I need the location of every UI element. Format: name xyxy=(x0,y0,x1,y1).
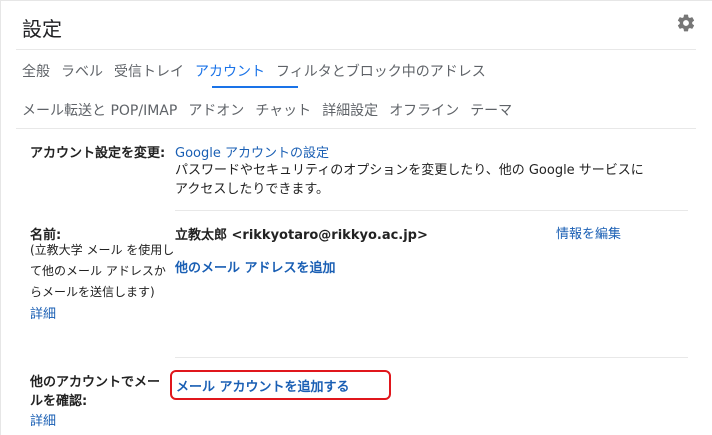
tab-forwarding-pop-imap[interactable]: メール転送と POP/IMAP xyxy=(22,100,177,120)
settings-tabs-row-1: 全般 ラベル 受信トレイ アカウント フィルタとブロック中のアドレス xyxy=(22,60,497,82)
frame-top-border xyxy=(0,0,712,1)
check-mail-details-link[interactable]: 詳細 xyxy=(30,410,56,429)
gear-icon[interactable] xyxy=(676,13,696,33)
section-divider xyxy=(175,357,688,358)
tab-offline[interactable]: オフライン xyxy=(389,100,459,120)
page-title: 設定 xyxy=(22,17,62,41)
frame-left-border xyxy=(0,0,1,435)
tab-inbox[interactable]: 受信トレイ xyxy=(114,61,184,81)
name-note-line-2: て他のメール アドレスか xyxy=(30,264,166,278)
tab-accounts[interactable]: アカウント xyxy=(195,61,265,81)
tab-chat[interactable]: チャット xyxy=(255,100,311,120)
tab-advanced[interactable]: 詳細設定 xyxy=(322,100,378,120)
add-another-address-link[interactable]: 他のメール アドレスを追加 xyxy=(175,257,336,276)
tabs-divider xyxy=(16,128,696,129)
section-divider xyxy=(175,210,688,211)
google-account-settings-link[interactable]: Google アカウントの設定 xyxy=(175,142,329,161)
edit-info-link[interactable]: 情報を編集 xyxy=(556,223,621,242)
highlight-annotation-box xyxy=(170,370,391,400)
account-settings-description-line-1: パスワードやセキュリティのオプションを変更したり、他の Google サービスに xyxy=(175,163,644,178)
account-settings-description-line-2: アクセスしたりできます。 xyxy=(175,182,330,197)
check-mail-label-line-2: ルを確認: xyxy=(30,394,88,409)
tab-addons[interactable]: アドオン xyxy=(188,100,244,120)
name-note-line-1: (立教大学 メール を使用し xyxy=(30,243,175,257)
check-mail-label-line-1: 他のアカウントでメー xyxy=(30,375,161,390)
sender-name-and-address: 立教太郎 <rikkyotaro@rikkyo.ac.jp> xyxy=(175,228,428,243)
name-details-link[interactable]: 詳細 xyxy=(30,303,56,322)
settings-tabs-row-2: メール転送と POP/IMAP アドオン チャット 詳細設定 オフライン テーマ xyxy=(22,99,523,121)
name-note-line-3: らメールを送信します) xyxy=(30,285,155,299)
tab-themes[interactable]: テーマ xyxy=(470,100,512,120)
tab-filters-blocked[interactable]: フィルタとブロック中のアドレス xyxy=(276,61,486,81)
tab-general[interactable]: 全般 xyxy=(22,61,50,81)
tab-labels[interactable]: ラベル xyxy=(61,61,103,81)
active-tab-indicator xyxy=(212,86,298,88)
change-account-settings-label: アカウント設定を変更: xyxy=(30,146,166,161)
header-divider xyxy=(16,49,696,50)
